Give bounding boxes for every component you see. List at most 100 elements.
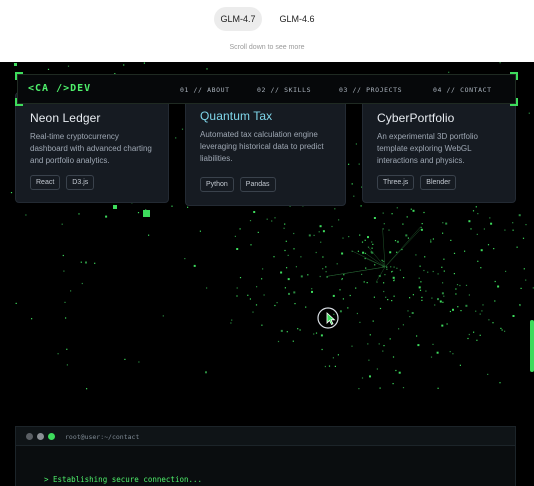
particle-link [384,228,422,268]
particle [67,65,70,67]
particle [193,264,196,267]
particle [398,328,400,330]
particle [448,71,450,73]
particle [308,234,311,237]
terminal-body: > Establishing secure connection... [15,446,516,486]
particle [453,273,455,275]
particle [66,364,68,366]
particle [456,284,459,286]
particle [273,256,275,258]
particle [453,252,456,254]
particle [249,220,252,222]
particle [512,315,515,317]
particle [292,340,294,342]
particle [442,222,444,224]
particle [348,163,350,165]
particle [424,256,426,258]
particle [80,261,82,263]
particle [239,277,242,279]
particle [379,307,382,310]
particle [271,220,273,222]
particle [465,304,468,307]
tab-glm-4-7[interactable]: GLM-4.7 [214,7,262,31]
particle [347,307,349,309]
particle [334,208,336,210]
particle [518,214,521,217]
particle [236,248,239,250]
particle [505,270,507,272]
particle [300,256,302,258]
particle [421,223,423,225]
particle [402,223,404,225]
nav-corner-top-left [15,72,23,80]
particle [499,382,501,384]
particle [488,319,490,321]
particle [442,301,444,303]
tab-glm-4-6[interactable]: GLM-4.6 [273,7,321,31]
particle [392,276,395,279]
project-card-neon-ledger[interactable]: Neon Ledger Real-time cryptocurrency das… [15,92,169,203]
particle [425,290,427,292]
particle [383,282,385,284]
nav-link-contact[interactable]: 04 // CONTACT [433,86,492,94]
site-navbar: <CA />DEV 01 // ABOUT 02 // SKILLS 03 //… [15,72,518,106]
particle [339,289,341,291]
particle [522,237,525,239]
particle [274,304,276,307]
particle [391,213,393,215]
particle [393,266,395,268]
particle [412,294,414,296]
window-dot-icon [37,433,44,440]
particle [263,294,265,296]
project-description: Real-time cryptocurrency dashboard with … [30,132,152,165]
particle [479,313,481,315]
particle [376,281,378,283]
project-title: Quantum Tax [200,109,273,123]
custom-cursor-icon [317,307,339,329]
particle [65,317,67,319]
project-description: Automated tax calculation engine leverag… [200,130,324,163]
particle [504,229,506,231]
particle-link [326,266,386,277]
nav-link-about[interactable]: 01 // ABOUT [180,86,230,94]
particle [313,333,315,335]
particle [452,353,454,355]
particle [402,387,405,389]
particle [138,361,140,363]
particle [355,287,357,289]
nav-link-skills[interactable]: 02 // SKILLS [257,86,311,94]
particle [171,205,173,207]
nav-link-projects[interactable]: 03 // PROJECTS [339,86,402,94]
particle [78,213,80,215]
particle [389,338,391,340]
particle [351,183,353,185]
particle [434,304,436,306]
project-card-cyberportfolio[interactable]: CyberPortfolio An experimental 3D portfo… [362,92,516,203]
site-preview[interactable]: Neon Ledger Real-time cryptocurrency das… [0,62,534,480]
particle [432,343,434,345]
particle [410,208,412,210]
particle [423,269,425,272]
particle [362,251,365,254]
particle [252,311,254,313]
particle [520,287,522,289]
particle-square [113,205,117,209]
nav-corner-bottom-right [510,98,518,106]
particle [341,278,343,281]
particle [492,322,494,324]
site-logo[interactable]: <CA />DEV [28,83,91,94]
scrollbar-thumb[interactable] [530,320,534,372]
particle [322,256,324,258]
particle [420,228,423,231]
particle [25,214,27,216]
particle [280,329,283,332]
particle [342,298,344,300]
particle [386,268,388,270]
project-card-quantum-tax[interactable]: Quantum Tax Automated tax calculation en… [185,90,346,206]
particle [519,304,521,306]
particle [311,288,313,290]
particle [315,332,318,334]
particle [409,316,411,318]
particle [525,279,527,281]
particle [285,240,287,242]
